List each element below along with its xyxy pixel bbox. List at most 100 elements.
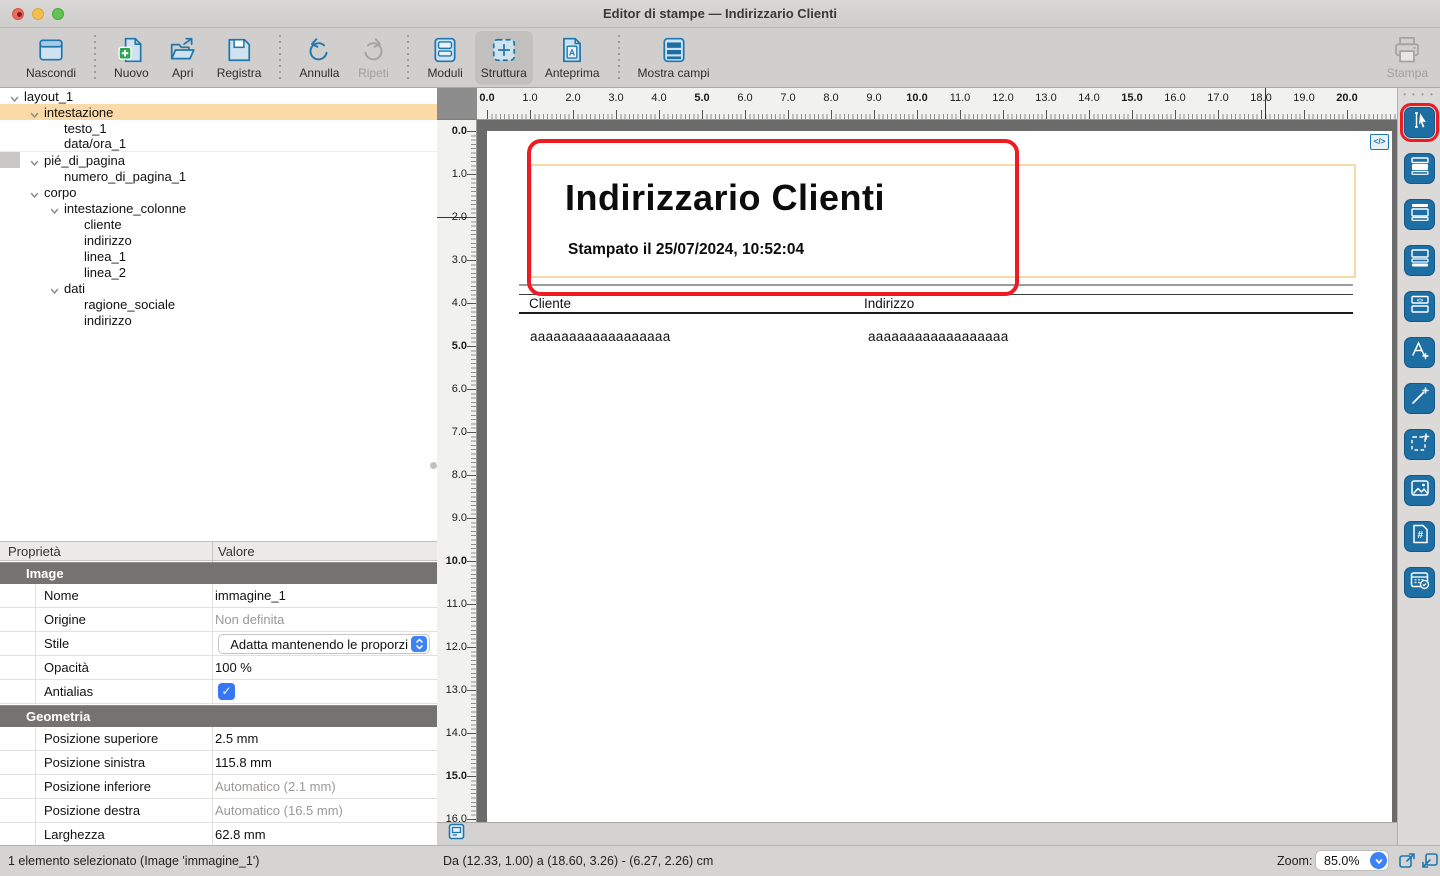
- tool-button-band-header-tool[interactable]: [1404, 153, 1435, 184]
- toolbar-button-nuovo[interactable]: Nuovo: [108, 31, 155, 85]
- chevron-down-icon[interactable]: [30, 156, 39, 165]
- toolbar-separator: [279, 35, 281, 81]
- toolbar-button-label: Anteprima: [545, 66, 600, 80]
- tree-item-linea-1[interactable]: linea_1: [0, 248, 437, 264]
- redo-icon: [358, 35, 388, 65]
- v-ruler-label: 15.0: [446, 770, 467, 782]
- style-select[interactable]: Adatta mantenendo le proporzi: [218, 634, 430, 654]
- h-ruler-label: 14.0: [1078, 92, 1099, 104]
- document-viewport[interactable]: Indirizzario Clienti Stampato il 25/07/2…: [477, 120, 1397, 822]
- property-label: Opacità: [44, 660, 89, 675]
- toolbar-button-label: Nuovo: [114, 66, 149, 80]
- property-value[interactable]: 62.8 mm: [215, 827, 266, 842]
- tree-item-label: dati: [64, 281, 85, 296]
- v-ruler-label: 7.0: [452, 426, 467, 438]
- tree-item-testo-1[interactable]: testo_1: [0, 120, 437, 136]
- v-ruler-label: 5.0: [452, 340, 467, 352]
- tree-item-linea-2[interactable]: linea_2: [0, 264, 437, 280]
- h-ruler-label: 19.0: [1293, 92, 1314, 104]
- toolbar-button-registra[interactable]: Registra: [211, 31, 268, 85]
- antialias-checkbox[interactable]: ✓: [218, 683, 235, 700]
- table-data-cell[interactable]: aaaaaaaaaaaaaaaaaa: [530, 329, 671, 344]
- annotation-red-box: [527, 139, 1019, 296]
- tool-button-band-footer-tool[interactable]: [1404, 245, 1435, 276]
- tool-button-add-datetime-tool[interactable]: [1404, 567, 1435, 598]
- h-ruler-label: 3.0: [608, 92, 623, 104]
- toolbar-button-struttura[interactable]: Struttura: [475, 31, 533, 85]
- tree-item-ragione-sociale[interactable]: ragione_sociale: [0, 296, 437, 312]
- property-section-image: Image: [0, 562, 437, 584]
- toolbar-button-label: Apri: [172, 66, 193, 80]
- properties-panel: Proprietà Valore ImageNomeimmagine_1Orig…: [0, 541, 437, 845]
- table-data-cell[interactable]: aaaaaaaaaaaaaaaaaa: [868, 329, 1009, 344]
- tree-item-label: cliente: [84, 217, 122, 232]
- tree-item-pi-di-pagina[interactable]: pié_di_pagina: [0, 152, 437, 168]
- chevron-down-icon[interactable]: [10, 92, 19, 101]
- zoom-to-fit-icon[interactable]: [1398, 851, 1417, 870]
- panel-splitter-handle[interactable]: [430, 462, 437, 469]
- tree-item-intestazione-colonne[interactable]: intestazione_colonne: [0, 200, 437, 216]
- property-value[interactable]: immagine_1: [215, 588, 286, 603]
- v-ruler-label: 2.0: [452, 211, 467, 223]
- table-column-header[interactable]: Indirizzo: [864, 296, 914, 311]
- toolbar-button-anteprima[interactable]: AAnteprima: [539, 31, 606, 85]
- tool-button-add-text-tool[interactable]: [1404, 337, 1435, 368]
- properties-header: Proprietà Valore: [0, 541, 437, 561]
- tool-button-add-image-tool[interactable]: [1404, 475, 1435, 506]
- band-indicator-icon[interactable]: [448, 823, 465, 845]
- toolbar-button-ripeti[interactable]: Ripeti: [351, 31, 395, 85]
- tree-item-cliente[interactable]: cliente: [0, 216, 437, 232]
- table-column-header[interactable]: Cliente: [529, 296, 571, 311]
- property-label: Larghezza: [44, 827, 105, 842]
- chevron-down-icon[interactable]: [30, 108, 39, 117]
- chevron-down-icon[interactable]: [1370, 852, 1387, 869]
- tree-item-layout-1[interactable]: layout_1: [0, 88, 437, 104]
- chevron-down-icon[interactable]: [30, 188, 39, 197]
- property-value[interactable]: 115.8 mm: [215, 755, 272, 770]
- band-code-badge[interactable]: </>: [1370, 134, 1389, 150]
- tree-item-data-ora-1[interactable]: data/ora_1: [0, 136, 437, 152]
- property-value[interactable]: 2.5 mm: [215, 731, 258, 746]
- tool-button-add-line-tool[interactable]: [1404, 383, 1435, 414]
- toolbar-button-moduli[interactable]: Moduli: [421, 31, 468, 85]
- toolbar-button-stampa[interactable]: Stampa: [1381, 31, 1434, 82]
- open-folder-icon: [168, 35, 198, 65]
- zoom-to-selection-icon[interactable]: [1420, 851, 1439, 870]
- h-ruler-label: 1.0: [522, 92, 537, 104]
- print-icon: [1392, 35, 1422, 65]
- tree-item-indirizzo[interactable]: indirizzo: [0, 312, 437, 328]
- chevron-down-icon[interactable]: [50, 284, 59, 293]
- tool-button-band-code-tool[interactable]: <>: [1404, 291, 1435, 322]
- property-value[interactable]: Automatico (16.5 mm): [215, 803, 343, 818]
- select-updown-icon[interactable]: [411, 636, 427, 652]
- datetime-icon: [1409, 569, 1431, 596]
- status-coordinates-text: Da (12.33, 1.00) a (18.60, 3.26) - (6.27…: [443, 854, 713, 868]
- v-ruler-label: 12.0: [446, 641, 467, 653]
- tool-button-add-rect-tool[interactable]: [1404, 429, 1435, 460]
- property-value[interactable]: Automatico (2.1 mm): [215, 779, 336, 794]
- v-ruler-label: 1.0: [452, 168, 467, 180]
- titlebar: Editor di stampe — Indirizzario Clienti: [0, 0, 1440, 28]
- toolbar-button-nascondi[interactable]: Nascondi: [20, 31, 82, 85]
- tree-item-intestazione[interactable]: intestazione: [0, 104, 437, 120]
- chevron-down-icon[interactable]: [50, 204, 59, 213]
- tool-strip-handle[interactable]: • • • •: [1398, 90, 1440, 99]
- property-label: Stile: [44, 636, 69, 651]
- toolbar-button-apri[interactable]: Apri: [161, 31, 205, 85]
- v-ruler-label: 14.0: [446, 727, 467, 739]
- tree-item-label: intestazione: [44, 105, 113, 120]
- tree-item-indirizzo[interactable]: indirizzo: [0, 232, 437, 248]
- h-ruler-label: 4.0: [651, 92, 666, 104]
- tool-button-band-body-tool[interactable]: [1404, 199, 1435, 230]
- tree-item-corpo[interactable]: corpo: [0, 184, 437, 200]
- toolbar-button-annulla[interactable]: Annulla: [293, 31, 345, 85]
- property-value[interactable]: Non definita: [215, 612, 284, 627]
- zoom-combobox[interactable]: 85.0%: [1315, 850, 1389, 871]
- toolbar-button-mostra-campi[interactable]: Mostra campi: [632, 31, 716, 85]
- tree-item-numero-di-pagina-1[interactable]: numero_di_pagina_1: [0, 168, 437, 184]
- tree-item-dati[interactable]: dati: [0, 280, 437, 296]
- main-area: layout_1intestazionetesto_1data/ora_1pié…: [0, 88, 1440, 845]
- tool-button-add-page-number-tool[interactable]: #: [1404, 521, 1435, 552]
- property-value[interactable]: 100 %: [215, 660, 252, 675]
- tree-item-label: data/ora_1: [64, 136, 126, 151]
